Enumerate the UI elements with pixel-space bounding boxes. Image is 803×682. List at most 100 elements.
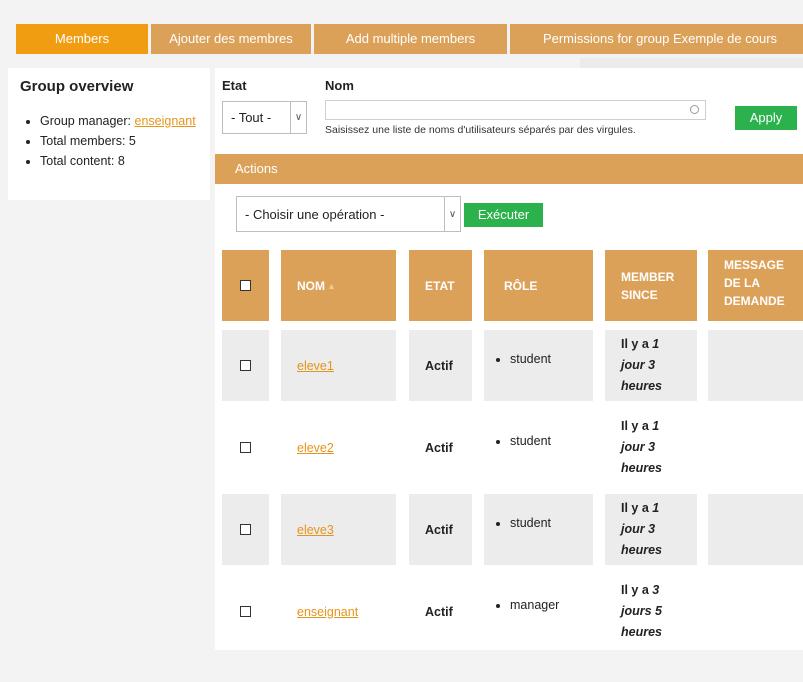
etat-select[interactable]: - Tout - ∨ <box>222 101 307 134</box>
apply-button[interactable]: Apply <box>735 106 797 130</box>
since-hours: heures <box>621 379 662 393</box>
group-overview-panel: Group overview Group manager: enseignant… <box>8 68 210 200</box>
execute-button[interactable]: Exécuter <box>464 203 543 227</box>
etat-label: Etat <box>222 78 247 93</box>
member-role: student <box>510 516 551 530</box>
tab-ajouter-des-membres[interactable]: Ajouter des membres <box>151 24 311 54</box>
since-prefix: Il y a <box>621 337 653 351</box>
member-name-link[interactable]: enseignant <box>297 605 358 619</box>
header-message-line1: MESSAGE <box>724 258 785 272</box>
member-message <box>708 576 803 647</box>
row-checkbox-cell <box>222 494 269 565</box>
members-main: Etat Nom - Tout - ∨ Saisissez une liste … <box>215 68 803 650</box>
header-message-line2: DE LA <box>724 276 760 290</box>
chevron-down-icon: ∨ <box>444 197 460 231</box>
member-message <box>708 412 803 483</box>
row-checkbox-cell <box>222 576 269 647</box>
member-since: Il y a 3 jours 5 heures <box>605 576 697 647</box>
operation-select[interactable]: - Choisir une opération - ∨ <box>236 196 461 232</box>
member-role-cell: student <box>484 412 593 483</box>
member-since: Il y a 1 jour 3 heures <box>605 330 697 401</box>
header-since-line2: SINCE <box>621 287 658 302</box>
tab-members[interactable]: Members <box>16 24 148 54</box>
since-prefix: Il y a <box>621 501 653 515</box>
since-prefix: Il y a <box>621 419 653 433</box>
row-checkbox-cell <box>222 412 269 483</box>
nom-label: Nom <box>325 78 354 93</box>
autocomplete-circle-icon <box>690 105 699 114</box>
since-number: 1 <box>652 501 660 515</box>
since-number: 1 <box>652 419 660 433</box>
member-role-cell: student <box>484 494 593 565</box>
member-role: student <box>510 352 551 366</box>
member-etat: Actif <box>409 330 472 401</box>
select-all-checkbox[interactable] <box>240 280 251 291</box>
member-message <box>708 494 803 565</box>
member-name-link[interactable]: eleve2 <box>297 441 334 455</box>
member-name-cell: enseignant <box>281 576 396 647</box>
member-etat: Actif <box>409 494 472 565</box>
row-checkbox[interactable] <box>240 360 251 371</box>
since-hours: heures <box>621 625 662 639</box>
member-name-link[interactable]: eleve1 <box>297 359 334 373</box>
row-checkbox[interactable] <box>240 606 251 617</box>
group-manager-link[interactable]: enseignant <box>135 114 196 128</box>
member-role: manager <box>510 598 559 612</box>
since-prefix: Il y a <box>621 583 653 597</box>
header-etat: ETAT <box>409 250 472 321</box>
total-content-item: Total content: 8 <box>40 154 196 168</box>
actions-bar: Actions <box>215 154 803 184</box>
header-message-line3: DEMANDE <box>724 294 785 308</box>
total-members-item: Total members: 5 <box>40 134 196 148</box>
table-header-row: NOM ▲ ETAT RÔLE MEMBER SINCE MESSAGE DE L… <box>222 250 803 321</box>
member-etat: Actif <box>425 604 453 619</box>
tab-permissions[interactable]: Permissions for group Exemple de cours <box>510 24 803 54</box>
tab-underbar <box>580 58 803 68</box>
header-select-all-cell <box>222 250 269 321</box>
nom-hint: Saisissez une liste de noms d'utilisateu… <box>325 124 636 136</box>
member-role-cell: manager <box>484 576 593 647</box>
member-name-cell: eleve1 <box>281 330 396 401</box>
chevron-down-icon: ∨ <box>290 102 306 133</box>
member-since: Il y a 1 jour 3 heures <box>605 412 697 483</box>
since-number: 1 <box>652 337 660 351</box>
etat-select-value: - Tout - <box>231 110 272 125</box>
member-since: Il y a 1 jour 3 heures <box>605 494 697 565</box>
row-checkbox[interactable] <box>240 524 251 535</box>
member-etat: Actif <box>425 440 453 455</box>
since-hours: heures <box>621 461 662 475</box>
since-unit: jour 3 <box>621 522 656 536</box>
nom-input[interactable] <box>325 100 706 120</box>
tab-add-multiple-members[interactable]: Add multiple members <box>314 24 507 54</box>
since-number: 3 <box>652 583 660 597</box>
member-name-cell: eleve2 <box>281 412 396 483</box>
header-role: RÔLE <box>484 250 593 321</box>
since-unit: jour 3 <box>621 440 656 454</box>
table-row: eleve3 Actif student Il y a 1 jour 3 heu… <box>222 494 803 565</box>
since-unit: jour 3 <box>621 358 656 372</box>
sort-asc-icon: ▲ <box>327 280 336 291</box>
header-since-line1: MEMBER <box>621 269 675 284</box>
since-unit: jours 5 <box>621 604 662 618</box>
operation-select-value: - Choisir une opération - <box>245 206 385 222</box>
row-checkbox-cell <box>222 330 269 401</box>
member-message <box>708 330 803 401</box>
member-role: student <box>510 434 551 448</box>
table-row: eleve1 Actif student Il y a 1 jour 3 heu… <box>222 330 803 401</box>
group-manager-label: Group manager: <box>40 114 135 128</box>
since-hours: heures <box>621 543 662 557</box>
tab-bar: Members Ajouter des membres Add multiple… <box>16 24 803 54</box>
member-name-link[interactable]: eleve3 <box>297 523 334 537</box>
header-nom-label: NOM <box>297 278 325 293</box>
group-overview-list: Group manager: enseignant Total members:… <box>26 114 196 174</box>
group-manager-item: Group manager: enseignant <box>40 114 196 128</box>
header-message: MESSAGE DE LA DEMANDE <box>708 250 803 321</box>
group-overview-title: Group overview <box>20 78 134 95</box>
table-row: eleve2 Actif student Il y a 1 jour 3 heu… <box>222 412 803 483</box>
header-member-since: MEMBER SINCE <box>605 250 697 321</box>
row-checkbox[interactable] <box>240 442 251 453</box>
header-nom[interactable]: NOM ▲ <box>281 250 396 321</box>
member-role-cell: student <box>484 330 593 401</box>
member-name-cell: eleve3 <box>281 494 396 565</box>
table-row: enseignant Actif manager Il y a 3 jours … <box>222 576 803 647</box>
